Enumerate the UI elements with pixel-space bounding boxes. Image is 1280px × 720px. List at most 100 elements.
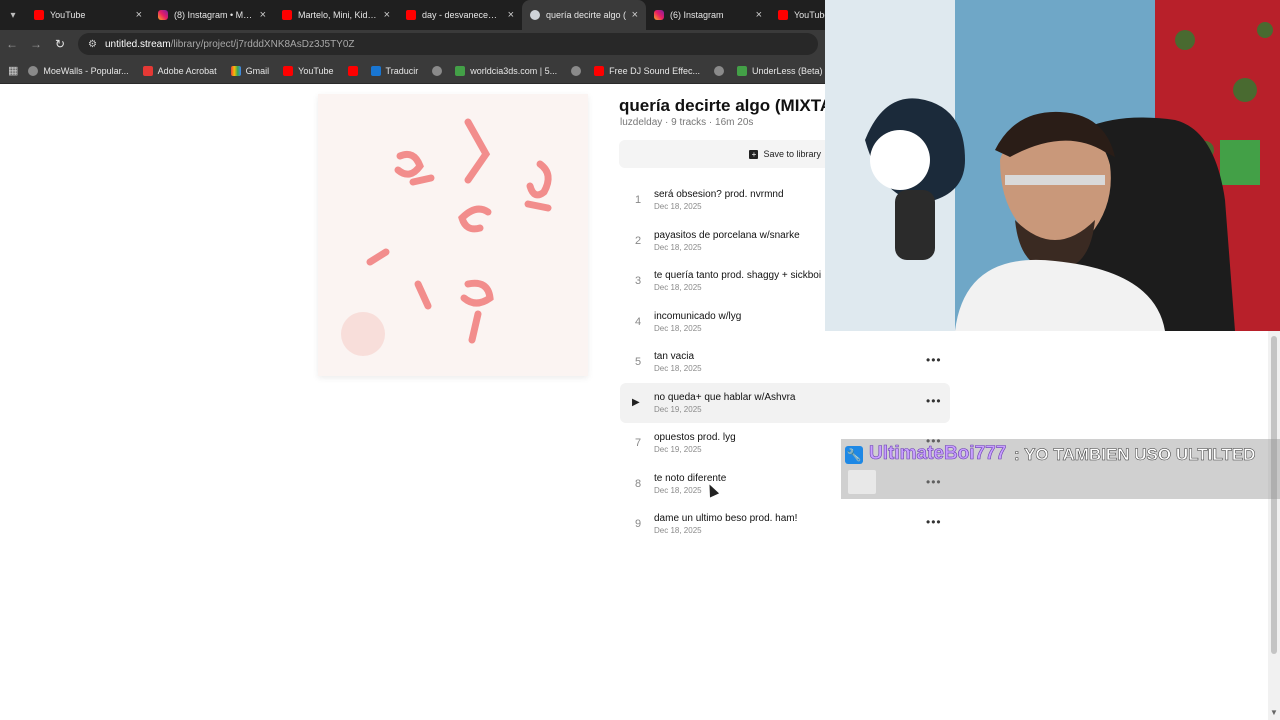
bookmark-item[interactable]: Free DJ Sound Effec...: [594, 65, 700, 76]
track-title: tan vacia: [654, 351, 695, 362]
url-host: untitled.stream: [104, 38, 171, 50]
site-info-icon[interactable]: ⚙: [88, 39, 97, 50]
youtube-icon: [594, 65, 605, 76]
globe-icon: [571, 65, 582, 76]
track-date: Dec 18, 2025: [654, 323, 702, 333]
track-title: no queda+ que hablar w/Ashvra: [654, 391, 796, 403]
track-title: payasitos de porcelana w/snarke: [654, 229, 800, 241]
youtube-icon: [283, 65, 294, 76]
youtube-icon: [34, 10, 44, 20]
album-action-bar: + Save to library: [619, 140, 825, 168]
emote-icon: [848, 470, 876, 494]
browser-tab[interactable]: day - desvanecemos ×: [398, 0, 522, 30]
gmail-icon: [230, 65, 241, 76]
play-icon[interactable]: ▶: [632, 397, 644, 408]
track-row[interactable]: ▶ no queda+ que hablar w/Ashvra Dec 19, 20…: [620, 382, 950, 423]
close-tab-icon[interactable]: ×: [136, 9, 142, 21]
bookmark-label: Adobe Acrobat: [157, 65, 217, 76]
bookmark-item[interactable]: [571, 65, 586, 76]
album-title: quería decirte algo (MIXTAPE): [619, 96, 825, 115]
track-date: Dec 18, 2025: [654, 283, 702, 292]
globe-icon: [432, 65, 443, 76]
track-number: 3: [634, 275, 642, 287]
youtube-icon: [778, 10, 788, 20]
browser-tab[interactable]: Martelo, Mini, Kidd A ×: [274, 0, 398, 30]
close-tab-icon[interactable]: ×: [508, 9, 514, 21]
track-row[interactable]: 9 dame un ultimo beso prod. ham! Dec 18, 2…: [620, 504, 950, 545]
chat-message-overlay: 🔧 UltimateBoi777 : YO TAMBIEN USO ULTILT…: [841, 439, 1280, 499]
track-number: 2: [634, 234, 642, 247]
track-date: Dec 18, 2025: [654, 202, 702, 211]
track-row[interactable]: 5 tan vacia Dec 18, 2025 •••: [620, 342, 950, 383]
back-button[interactable]: ←: [0, 37, 24, 51]
apps-grid-icon[interactable]: ▦: [8, 64, 18, 77]
bookmark-item[interactable]: Traducir: [370, 65, 419, 76]
track-number: 5: [634, 356, 642, 368]
bookmark-item[interactable]: [714, 65, 729, 76]
youtube-icon: [406, 10, 416, 20]
bookmark-item[interactable]: Adobe Acrobat: [142, 65, 217, 76]
more-options-icon[interactable]: •••: [926, 353, 942, 367]
bookmark-label: Gmail: [245, 65, 270, 76]
track-number: 1: [634, 194, 642, 206]
untitled-icon: [530, 10, 540, 20]
more-options-icon[interactable]: •••: [926, 394, 942, 408]
track-title: incomunicado w/lyg: [654, 310, 742, 322]
bookmark-item[interactable]: [347, 65, 363, 76]
bookmark-item[interactable]: [432, 65, 447, 76]
track-number: 4: [634, 315, 642, 328]
track-title: será obsesion? prod. nvrmnd: [654, 189, 784, 200]
track-title: te quería tanto prod. shaggy + sickboi: [654, 270, 822, 281]
globe-icon: [714, 65, 724, 76]
translate-icon: [370, 65, 381, 76]
browser-tab[interactable]: quería decirte algo ( ×: [522, 0, 646, 30]
track-date: Dec 19, 2025: [654, 445, 702, 454]
track-title: dame un ultimo beso prod. ham!: [654, 513, 798, 524]
track-title: opuestos prod. lyg: [654, 432, 736, 443]
save-to-library-label: Save to library: [763, 149, 821, 159]
tab-search-menu-icon[interactable]: ▾: [0, 0, 26, 30]
tab-title: (8) Instagram • Mens: [174, 10, 256, 20]
close-tab-icon[interactable]: ×: [632, 9, 638, 21]
bookmark-label: worldcia3ds.com | 5...: [470, 65, 558, 76]
browser-tab[interactable]: YouTube ×: [26, 0, 150, 30]
wrench-badge-icon: 🔧: [845, 446, 863, 464]
track-date: Dec 18, 2025: [654, 364, 702, 373]
reload-button[interactable]: ↻: [48, 37, 72, 51]
webcam-overlay: [825, 0, 1280, 331]
track-date: Dec 18, 2025: [654, 526, 702, 535]
track-number: 7: [634, 437, 642, 449]
url-path: /library/project/j7rdddXNK8AsDz3J5TY0Z: [170, 38, 355, 50]
bookmark-item[interactable]: worldcia3ds.com | 5...: [455, 65, 558, 76]
bookmark-item[interactable]: Gmail: [230, 65, 270, 76]
album-cover-image: [318, 94, 588, 376]
webcam-feed: [825, 0, 1280, 331]
bookmark-label: Traducir: [385, 65, 419, 76]
bookmark-item[interactable]: YouTube: [283, 65, 334, 76]
save-to-library-button[interactable]: + Save to library: [749, 149, 821, 159]
tab-title: (6) Instagram: [670, 10, 724, 20]
cover-art: [318, 94, 588, 376]
bookmark-item[interactable]: MoeWalls - Popular...: [28, 65, 129, 76]
track-title: te noto diferente: [654, 472, 727, 484]
bookmark-label: YouTube: [298, 65, 334, 76]
track-date: Dec 18, 2025: [654, 242, 702, 252]
tab-title: quería decirte algo (: [546, 10, 627, 20]
track-date: Dec 18, 2025: [654, 485, 702, 495]
globe-icon: [28, 65, 39, 76]
close-tab-icon[interactable]: ×: [756, 9, 762, 21]
browser-tab[interactable]: (8) Instagram • Mens ×: [150, 0, 274, 30]
acrobat-icon: [142, 65, 153, 76]
url-input[interactable]: ⚙ untitled.stream/library/project/j7rddd…: [78, 33, 818, 55]
bookmark-item[interactable]: UnderLess (Beta): [737, 65, 823, 76]
chat-username: UltimateBoi777: [869, 443, 1007, 465]
close-tab-icon[interactable]: ×: [384, 9, 390, 21]
close-tab-icon[interactable]: ×: [260, 9, 266, 21]
plus-icon: +: [749, 149, 759, 159]
more-options-icon[interactable]: •••: [926, 515, 942, 529]
underless-icon: [737, 65, 747, 76]
scroll-down-icon[interactable]: ▼: [1270, 708, 1278, 717]
track-number: 9: [634, 518, 642, 530]
browser-tab[interactable]: (6) Instagram ×: [646, 0, 770, 30]
forward-button[interactable]: →: [24, 37, 48, 51]
